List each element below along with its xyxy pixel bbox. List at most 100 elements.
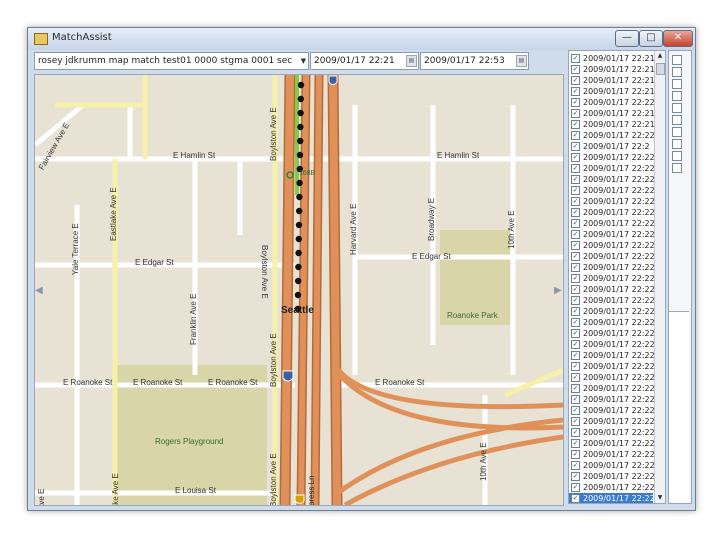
list-row[interactable]: ✓ 2009/01/17 22:22. bbox=[569, 438, 657, 449]
row-checkbox[interactable]: ✓ bbox=[571, 76, 580, 85]
scroll-down-icon[interactable]: ▼ bbox=[655, 493, 665, 503]
trace-select[interactable]: rosey jdkrumm map match test01 0000 stgm… bbox=[34, 52, 309, 70]
row-checkbox[interactable]: ✓ bbox=[571, 395, 580, 404]
row-checkbox[interactable]: ✓ bbox=[571, 164, 580, 173]
list-row[interactable]: ✓ 2009/01/17 22:22. bbox=[569, 482, 657, 493]
row-checkbox[interactable]: ✓ bbox=[571, 406, 580, 415]
scroll-thumb[interactable] bbox=[656, 63, 665, 75]
end-time-picker[interactable]: 2009/01/17 22:53 ▤ bbox=[420, 52, 529, 70]
track-point[interactable] bbox=[294, 291, 302, 299]
row-checkbox[interactable]: ✓ bbox=[571, 197, 580, 206]
list-row[interactable]: ✓ 2009/01/17 22:2 bbox=[569, 141, 653, 152]
row-checkbox[interactable]: ✓ bbox=[571, 384, 580, 393]
row-checkbox[interactable]: ✓ bbox=[571, 439, 580, 448]
list-row[interactable]: ✓ 2009/01/17 22:22. bbox=[569, 339, 657, 350]
map-view[interactable]: ◀ ▶ E Hamlin St E Hamlin St E Edgar St E… bbox=[34, 74, 564, 506]
panel-checkbox[interactable] bbox=[672, 115, 682, 125]
row-checkbox[interactable]: ✓ bbox=[571, 362, 580, 371]
track-point[interactable] bbox=[297, 137, 304, 145]
track-point[interactable] bbox=[297, 95, 304, 103]
timestamp-list[interactable]: ✓ 2009/01/17 22:21: ✓ 2009/01/17 22:21: ✓ 200… bbox=[568, 50, 666, 504]
row-checkbox[interactable]: ✓ bbox=[571, 274, 580, 283]
list-row[interactable]: ✓ 2009/01/17 22:22. bbox=[569, 372, 657, 383]
list-row[interactable]: ✓ 2009/01/17 22:22. bbox=[569, 207, 657, 218]
row-checkbox[interactable]: ✓ bbox=[571, 219, 580, 228]
row-checkbox[interactable]: ✓ bbox=[571, 87, 580, 96]
track-point[interactable] bbox=[295, 221, 303, 229]
pan-right-icon[interactable]: ▶ bbox=[554, 285, 562, 296]
row-checkbox[interactable]: ✓ bbox=[571, 483, 580, 492]
track-point[interactable] bbox=[295, 249, 302, 257]
start-time-spin-icon[interactable]: ▤ bbox=[406, 55, 417, 67]
track-point[interactable] bbox=[297, 81, 305, 89]
row-checkbox[interactable]: ✓ bbox=[571, 373, 580, 382]
maximize-button[interactable]: □ bbox=[639, 30, 663, 47]
row-checkbox[interactable]: ✓ bbox=[571, 175, 580, 184]
row-checkbox[interactable]: ✓ bbox=[571, 54, 580, 63]
list-row[interactable]: ✓ 2009/01/17 22:22: bbox=[569, 97, 657, 108]
row-checkbox[interactable]: ✓ bbox=[571, 428, 580, 437]
list-row[interactable]: ✓ 2009/01/17 22:22: bbox=[569, 130, 657, 141]
list-row[interactable]: ✓ 2009/01/17 22:22. bbox=[569, 460, 657, 471]
list-row[interactable]: ✓ 2009/01/17 22:22. bbox=[569, 328, 657, 339]
panel-checkbox[interactable] bbox=[672, 103, 682, 113]
panel-checkbox[interactable] bbox=[672, 55, 682, 65]
row-checkbox[interactable]: ✓ bbox=[571, 472, 580, 481]
row-checkbox[interactable]: ✓ bbox=[571, 230, 580, 239]
track-point[interactable] bbox=[297, 109, 304, 117]
row-checkbox[interactable]: ✓ bbox=[571, 296, 580, 305]
list-row[interactable]: ✓ 2009/01/17 22:22. bbox=[569, 174, 657, 185]
track-point[interactable] bbox=[295, 263, 302, 271]
track-point[interactable] bbox=[295, 277, 302, 285]
panel-checkbox[interactable] bbox=[672, 67, 682, 77]
row-checkbox[interactable]: ✓ bbox=[571, 307, 580, 316]
track-point[interactable] bbox=[296, 207, 303, 215]
list-row[interactable]: ✓ 2009/01/17 22:21: bbox=[569, 108, 657, 119]
scroll-up-icon[interactable]: ▲ bbox=[655, 51, 665, 61]
row-checkbox[interactable]: ✓ bbox=[571, 98, 580, 107]
list-row[interactable]: ✓ 2009/01/17 22:21: bbox=[569, 64, 657, 75]
panel-checkbox[interactable] bbox=[672, 139, 682, 149]
start-time-picker[interactable]: 2009/01/17 22:21 ▤ bbox=[310, 52, 419, 70]
list-row[interactable]: ✓ 2009/01/17 22:22. bbox=[569, 350, 657, 361]
row-checkbox[interactable]: ✓ bbox=[571, 461, 580, 470]
panel-checkbox[interactable] bbox=[672, 151, 682, 161]
panel-checkbox[interactable] bbox=[672, 163, 682, 173]
list-row[interactable]: ✓ 2009/01/17 22:22. bbox=[569, 196, 657, 207]
row-checkbox[interactable]: ✓ bbox=[571, 109, 580, 118]
list-row[interactable]: ✓ 2009/01/17 22:22. bbox=[569, 427, 657, 438]
list-row[interactable]: ✓ 2009/01/17 22:22. bbox=[569, 240, 657, 251]
row-checkbox[interactable]: ✓ bbox=[571, 153, 580, 162]
panel-checkbox[interactable] bbox=[672, 91, 682, 101]
list-row[interactable]: ✓ 2009/01/17 22:21: bbox=[569, 53, 657, 64]
row-checkbox[interactable]: ✓ bbox=[571, 131, 580, 140]
row-checkbox[interactable]: ✓ bbox=[571, 417, 580, 426]
list-row[interactable]: ✓ 2009/01/17 22:22. bbox=[569, 471, 657, 482]
track-point[interactable] bbox=[296, 179, 303, 187]
list-row[interactable]: ✓ 2009/01/17 22:22. bbox=[569, 284, 657, 295]
row-checkbox[interactable]: ✓ bbox=[571, 329, 580, 338]
list-row[interactable]: ✓ 2009/01/17 22:21: bbox=[569, 119, 657, 130]
list-row[interactable]: ✓ 2009/01/17 22:22. bbox=[569, 152, 657, 163]
list-row[interactable]: ✓ 2009/01/17 22:22. bbox=[569, 251, 657, 262]
row-checkbox[interactable]: ✓ bbox=[571, 494, 580, 503]
track-point[interactable] bbox=[296, 151, 304, 159]
chevron-down-icon[interactable]: ▼ bbox=[301, 53, 306, 69]
list-row[interactable]: ✓ 2009/01/17 22:22. bbox=[569, 262, 657, 273]
list-row[interactable]: ✓ 2009/01/17 22:22. bbox=[569, 273, 657, 284]
row-checkbox[interactable]: ✓ bbox=[571, 241, 580, 250]
list-row[interactable]: ✓ 2009/01/17 22:22. bbox=[569, 306, 657, 317]
list-scrollbar[interactable]: ▲ ▼ bbox=[654, 51, 665, 503]
row-checkbox[interactable]: ✓ bbox=[571, 208, 580, 217]
list-row[interactable]: ✓ 2009/01/17 22:22. bbox=[569, 295, 657, 306]
title-bar[interactable]: MatchAssist — □ ✕ bbox=[28, 28, 695, 50]
list-row[interactable]: ✓ 2009/01/17 22:22. bbox=[569, 449, 657, 460]
list-row[interactable]: ✓ 2009/01/17 22:22. bbox=[569, 218, 657, 229]
row-checkbox[interactable]: ✓ bbox=[571, 120, 580, 129]
list-row[interactable]: ✓ 2009/01/17 22:22. bbox=[569, 383, 657, 394]
list-row[interactable]: ✓ 2009/01/17 22:21: bbox=[569, 86, 657, 97]
row-checkbox[interactable]: ✓ bbox=[571, 340, 580, 349]
list-row[interactable]: ✓ 2009/01/17 22:21: bbox=[569, 75, 657, 86]
row-checkbox[interactable]: ✓ bbox=[571, 351, 580, 360]
row-checkbox[interactable]: ✓ bbox=[571, 263, 580, 272]
